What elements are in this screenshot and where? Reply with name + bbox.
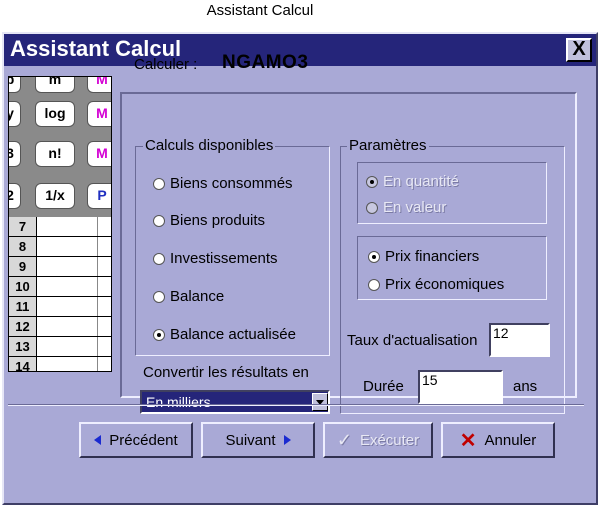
calc-key: log	[35, 101, 75, 127]
checkmark-icon: ✓	[336, 429, 352, 450]
execute-button[interactable]: ✓ Exécuter	[323, 422, 433, 458]
window-caption: Assistant Calcul	[206, 2, 314, 19]
radio-circle-selected	[153, 328, 165, 341]
radio-circle	[153, 214, 165, 227]
next-button[interactable]: Suivant	[201, 422, 315, 458]
duree-unit: ans	[513, 378, 538, 395]
radio-circle-selected	[368, 250, 380, 263]
sheet-row: 7	[9, 217, 111, 237]
sheet-row: 9	[9, 257, 111, 277]
cancel-button[interactable]: ✕ Annuler	[441, 422, 555, 458]
sheet-row: 12	[9, 317, 111, 337]
calc-key: M	[87, 77, 111, 93]
sheet-row: 11	[9, 297, 111, 317]
calculator-keys: p m M y log M 3 n! M 2 1/x P	[9, 77, 111, 217]
calc-key: p	[9, 77, 21, 93]
radio-circle	[368, 278, 380, 291]
calculer-label: Calculer :	[134, 56, 198, 73]
sheet-row: 8	[9, 237, 111, 257]
calc-key: 2	[9, 183, 21, 209]
arrow-left-icon	[94, 435, 102, 445]
convertir-label: Convertir les résultats en	[143, 364, 309, 381]
calc-key: M	[87, 101, 111, 127]
parametres-group-title: Paramètres	[347, 137, 429, 154]
calc-key: P	[87, 183, 111, 209]
radio-balance-actualisee[interactable]: Balance actualisée	[153, 326, 296, 343]
arrow-right-icon	[283, 435, 291, 445]
calculator-illustration: p m M y log M 3 n! M 2 1/x P 7 8 9 10 11…	[8, 76, 112, 372]
calc-key: M	[87, 141, 111, 167]
close-button[interactable]: X	[566, 38, 592, 62]
radio-circle	[153, 177, 165, 190]
calc-key: n!	[35, 141, 75, 167]
sheet-row: 13	[9, 337, 111, 357]
radio-prix-economiques[interactable]: Prix économiques	[368, 276, 504, 293]
chevron-down-icon[interactable]	[312, 393, 328, 411]
previous-button[interactable]: Précédent	[79, 422, 193, 458]
radio-circle	[153, 252, 165, 265]
calc-key: 1/x	[35, 183, 75, 209]
taux-label: Taux d'actualisation	[347, 332, 478, 349]
taux-input[interactable]: 12	[489, 323, 550, 357]
radio-balance[interactable]: Balance	[153, 288, 224, 305]
radio-en-valeur[interactable]: En valeur	[366, 199, 446, 216]
cross-icon: ✕	[459, 429, 477, 452]
calc-key: 3	[9, 141, 21, 167]
duree-input[interactable]: 15	[418, 370, 503, 404]
duree-label: Durée	[363, 378, 404, 395]
radio-prix-financiers[interactable]: Prix financiers	[368, 248, 479, 265]
sheet-row: 14	[9, 357, 111, 371]
close-icon: X	[572, 38, 586, 60]
radio-circle-selected	[366, 175, 378, 188]
radio-biens-consommes[interactable]: Biens consommés	[153, 175, 293, 192]
calc-key: y	[9, 101, 21, 127]
radio-investissements[interactable]: Investissements	[153, 250, 278, 267]
calculer-value: NGAMO3	[222, 52, 309, 73]
radio-biens-produits[interactable]: Biens produits	[153, 212, 265, 229]
radio-en-quantite[interactable]: En quantité	[366, 173, 459, 190]
calculs-group-title: Calculs disponibles	[143, 137, 276, 154]
convertir-select[interactable]: En milliers	[140, 390, 330, 414]
radio-circle	[153, 290, 165, 303]
separator	[8, 404, 584, 406]
calc-key: m	[35, 77, 75, 93]
convertir-selected-value: En milliers	[146, 394, 211, 410]
radio-circle	[366, 201, 378, 214]
sheet-row: 10	[9, 277, 111, 297]
